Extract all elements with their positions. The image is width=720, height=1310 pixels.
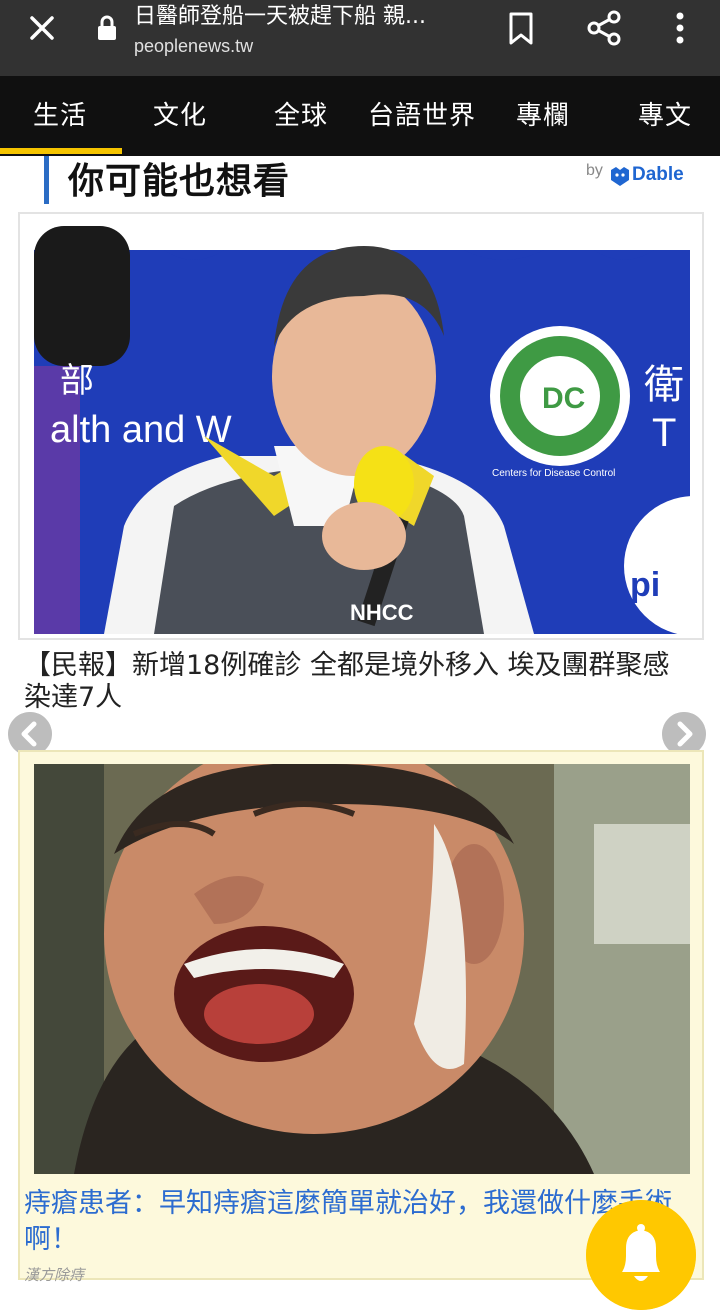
bookmark-icon[interactable] [502,8,540,48]
svg-text:DC: DC [542,382,585,415]
article-image-crying-man[interactable] [34,764,690,1174]
lock-icon [98,15,116,40]
wall-text-5: pi [630,566,660,604]
page-url[interactable]: peoplenews.tw [134,34,253,58]
tab-global[interactable]: 全球 [241,76,361,156]
vest-text: NHCC [350,600,414,625]
by-label: by [586,162,603,179]
tab-column[interactable]: 專欄 [488,76,598,156]
sponsored-article-title[interactable]: 痔瘡患者：早知痔瘡這麼簡單就治好，我還做什麼手術啊！ [24,1186,684,1258]
wall-text-4: T [652,411,676,455]
close-icon[interactable] [22,8,62,48]
tab-taiwanese[interactable]: 台語世界 [356,76,488,156]
tab-feature[interactable]: 專文 [610,76,720,156]
tab-culture[interactable]: 文化 [120,76,240,156]
wall-text-3: 衛 [644,362,684,408]
article-card[interactable]: 部 alth and W DC Centers for Disease Cont… [18,212,704,640]
wall-text-1: 部 [60,361,94,401]
wall-text-2: alth and W [50,409,232,451]
category-nav: 生活 文化 全球 台語世界 專欄 專文 [0,76,720,156]
more-icon[interactable] [664,8,696,48]
page-title[interactable]: 日醫師登船一天被趕下船 親... [134,4,474,30]
article-image-press-conference[interactable]: 部 alth and W DC Centers for Disease Cont… [34,226,690,634]
cdc-logo-text: Centers for Disease Control [492,468,615,479]
bell-icon[interactable] [586,1200,696,1310]
browser-toolbar: 日醫師登船一天被趕下船 親... peoplenews.tw [0,0,720,76]
section-accent-bar [44,156,49,204]
tab-life[interactable]: 生活 [0,76,120,156]
dable-logo-icon[interactable] [608,164,632,188]
dable-label[interactable]: Dable [632,164,684,186]
recommend-section-header: 你可能也想看 by Dable [18,156,704,212]
sponsored-source: 漢方除痔 [24,1266,85,1284]
article-title[interactable]: 【民報】新增18例確診 全都是境外移入 埃及團群聚感染達7人 [24,650,694,714]
section-heading: 你可能也想看 [68,161,291,202]
share-icon[interactable] [584,8,624,48]
